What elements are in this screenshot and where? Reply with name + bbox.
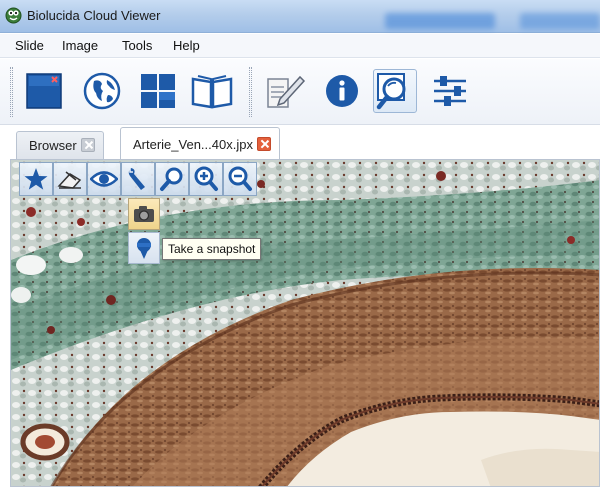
menu-tools[interactable]: Tools xyxy=(122,38,152,53)
tools-button[interactable] xyxy=(121,162,155,196)
window-title: Biolucida Cloud Viewer xyxy=(27,8,161,23)
eraser-icon xyxy=(57,171,82,189)
visibility-tool-button[interactable] xyxy=(87,162,121,196)
info-icon xyxy=(326,75,358,107)
menu-slide[interactable]: Slide xyxy=(15,38,44,53)
settings-sliders-button[interactable] xyxy=(428,69,472,113)
magnifier-icon xyxy=(160,167,183,191)
pin-icon xyxy=(137,238,151,259)
zoom-in-icon xyxy=(194,166,218,191)
pin-tool-button[interactable] xyxy=(128,232,160,264)
title-bar-blur xyxy=(385,13,495,29)
book-icon xyxy=(191,75,233,109)
magnifier-search-icon xyxy=(376,73,406,110)
wrench-icon xyxy=(128,168,145,190)
favorite-tool-button[interactable] xyxy=(19,162,53,196)
document-tabs: Browser Arterie_Ven...40x.jpx xyxy=(10,126,600,159)
camera-icon xyxy=(134,206,154,222)
magnify-tool-button[interactable] xyxy=(155,162,189,196)
zoom-out-button[interactable] xyxy=(223,162,257,196)
app-logo-icon xyxy=(5,7,22,24)
globe-icon xyxy=(83,72,121,110)
menu-bar: Slide Image Tools Help xyxy=(0,34,600,58)
search-button[interactable] xyxy=(373,69,417,113)
toolbar-grip[interactable] xyxy=(10,67,13,117)
star-icon xyxy=(24,168,48,190)
layout-grid-icon xyxy=(141,74,175,108)
close-icon[interactable] xyxy=(256,137,271,151)
close-icon[interactable] xyxy=(80,138,95,152)
eye-icon xyxy=(90,171,118,187)
menu-image[interactable]: Image xyxy=(62,38,98,53)
info-button[interactable] xyxy=(320,69,364,113)
sliders-icon xyxy=(434,76,466,106)
menu-help[interactable]: Help xyxy=(173,38,200,53)
title-bar-blur xyxy=(520,13,600,29)
image-viewer[interactable]: Take a snapshot xyxy=(10,159,600,487)
annotate-button[interactable] xyxy=(262,69,306,113)
tab-browser[interactable]: Browser xyxy=(16,131,104,159)
close-slide-button[interactable] xyxy=(22,69,66,113)
main-toolbar xyxy=(0,59,600,125)
globe-button[interactable] xyxy=(80,69,124,113)
annotate-pen-icon xyxy=(267,75,306,108)
tab-image[interactable]: Arterie_Ven...40x.jpx xyxy=(120,127,280,159)
tab-label: Browser xyxy=(29,138,77,153)
viewer-toolbar xyxy=(19,162,257,196)
zoom-in-button[interactable] xyxy=(189,162,223,196)
close-slide-icon xyxy=(26,73,62,109)
tissue-slide-image[interactable] xyxy=(11,160,600,487)
zoom-out-icon xyxy=(228,166,252,191)
layout-button[interactable] xyxy=(136,69,180,113)
toolbar-grip[interactable] xyxy=(249,67,252,117)
tooltip: Take a snapshot xyxy=(162,238,262,260)
eraser-tool-button[interactable] xyxy=(53,162,87,196)
app-window: Biolucida Cloud Viewer Slide Image Tools… xyxy=(0,0,600,487)
tab-label: Arterie_Ven...40x.jpx xyxy=(133,137,253,152)
title-bar: Biolucida Cloud Viewer xyxy=(0,0,600,33)
open-book-button[interactable] xyxy=(190,69,234,113)
snapshot-button[interactable] xyxy=(128,198,160,230)
